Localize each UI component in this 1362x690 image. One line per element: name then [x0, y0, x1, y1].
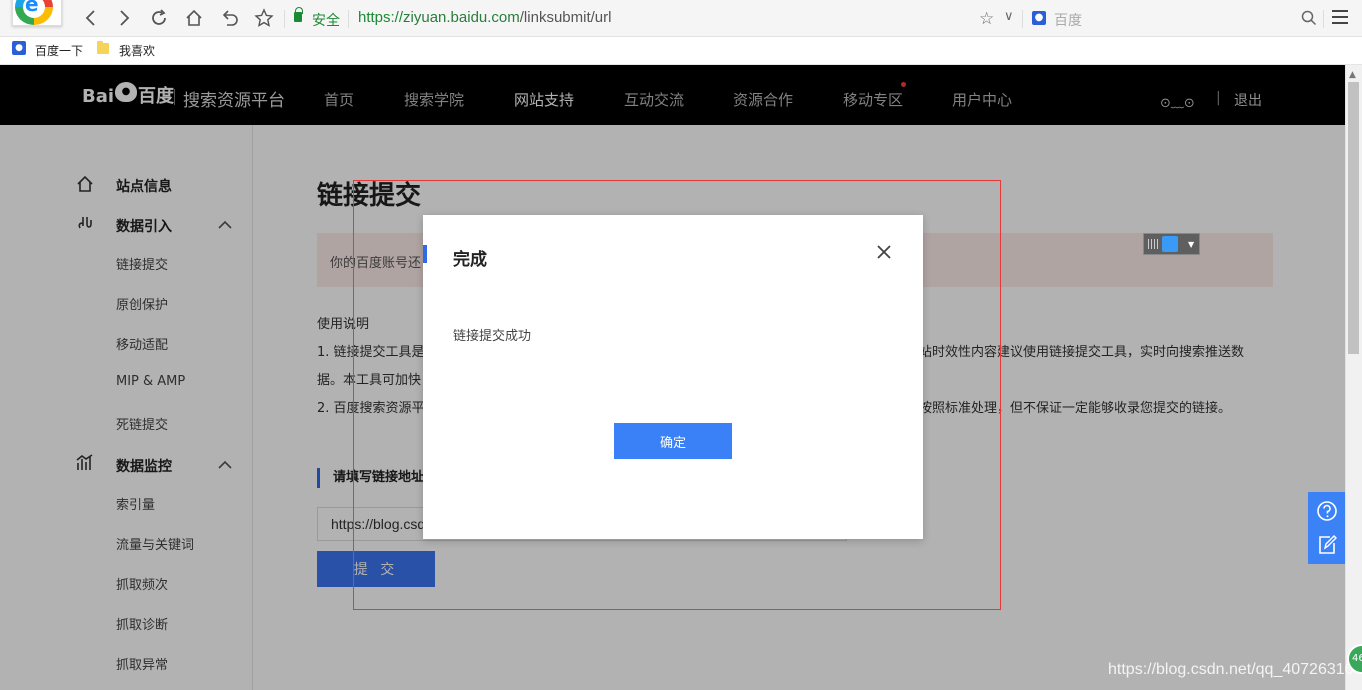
address-bar[interactable]: https://ziyuan.baidu.com/linksubmit/url — [358, 9, 611, 26]
success-dialog: 完成 链接提交成功 确定 — [423, 215, 923, 539]
user-avatar-icon[interactable] — [1162, 236, 1178, 252]
url-host: ziyuan.baidu.com — [403, 9, 520, 26]
forward-icon[interactable] — [113, 8, 135, 30]
back-icon[interactable] — [80, 8, 102, 30]
address-divider — [1323, 10, 1324, 28]
folder-icon — [97, 41, 109, 54]
undo-icon[interactable] — [219, 8, 241, 30]
address-divider — [348, 10, 349, 28]
floating-toolbar-widget[interactable]: ▼ — [1143, 233, 1200, 255]
scroll-up-arrow-icon[interactable]: ▲ — [1349, 70, 1356, 80]
url-path: /linksubmit/url — [519, 9, 612, 26]
dialog-title: 完成 — [453, 250, 487, 270]
secure-label: 安全 — [312, 13, 340, 29]
reload-icon[interactable] — [148, 8, 170, 30]
browser-logo-icon[interactable]: e — [12, 0, 62, 26]
drag-handle-icon[interactable] — [1148, 239, 1158, 249]
search-icon[interactable] — [1300, 9, 1318, 27]
help-icon[interactable] — [1316, 500, 1338, 522]
watermark-text: https://blog.csdn.net/qq_40726316 — [1108, 661, 1354, 678]
feedback-edit-icon[interactable] — [1316, 534, 1338, 556]
scrollbar-thumb[interactable] — [1348, 82, 1359, 354]
bookmark-baidu[interactable]: 百度一下 — [35, 42, 83, 59]
address-divider — [284, 10, 285, 28]
close-icon[interactable] — [875, 243, 893, 261]
bookmark-favorites-folder[interactable]: 我喜欢 — [119, 42, 155, 59]
bookmark-star-icon[interactable] — [253, 8, 275, 30]
lock-icon — [294, 7, 303, 22]
browser-toolbar: e 安全 https://ziyuan.baidu.com/linksubmit… — [0, 0, 1362, 37]
caret-down-icon[interactable]: ▼ — [1188, 240, 1194, 249]
favorite-star-icon[interactable]: ☆ — [979, 9, 994, 29]
baidu-paw-icon: ● — [12, 41, 26, 55]
search-input[interactable]: 百度 — [1054, 10, 1082, 30]
url-scheme: https:// — [358, 9, 404, 26]
modal-accent-bar — [423, 245, 427, 263]
address-divider — [1022, 10, 1023, 28]
home-icon[interactable] — [183, 8, 205, 30]
bookmarks-bar: 百度一下 我喜欢 — [0, 37, 1362, 65]
ok-button[interactable]: 确定 — [614, 423, 732, 459]
menu-icon[interactable] — [1332, 10, 1348, 26]
baidu-paw-icon[interactable]: ● — [1032, 11, 1046, 25]
dialog-message: 链接提交成功 — [453, 329, 532, 344]
help-panel — [1308, 492, 1345, 564]
chevron-down-icon[interactable]: ∨ — [1004, 9, 1014, 24]
